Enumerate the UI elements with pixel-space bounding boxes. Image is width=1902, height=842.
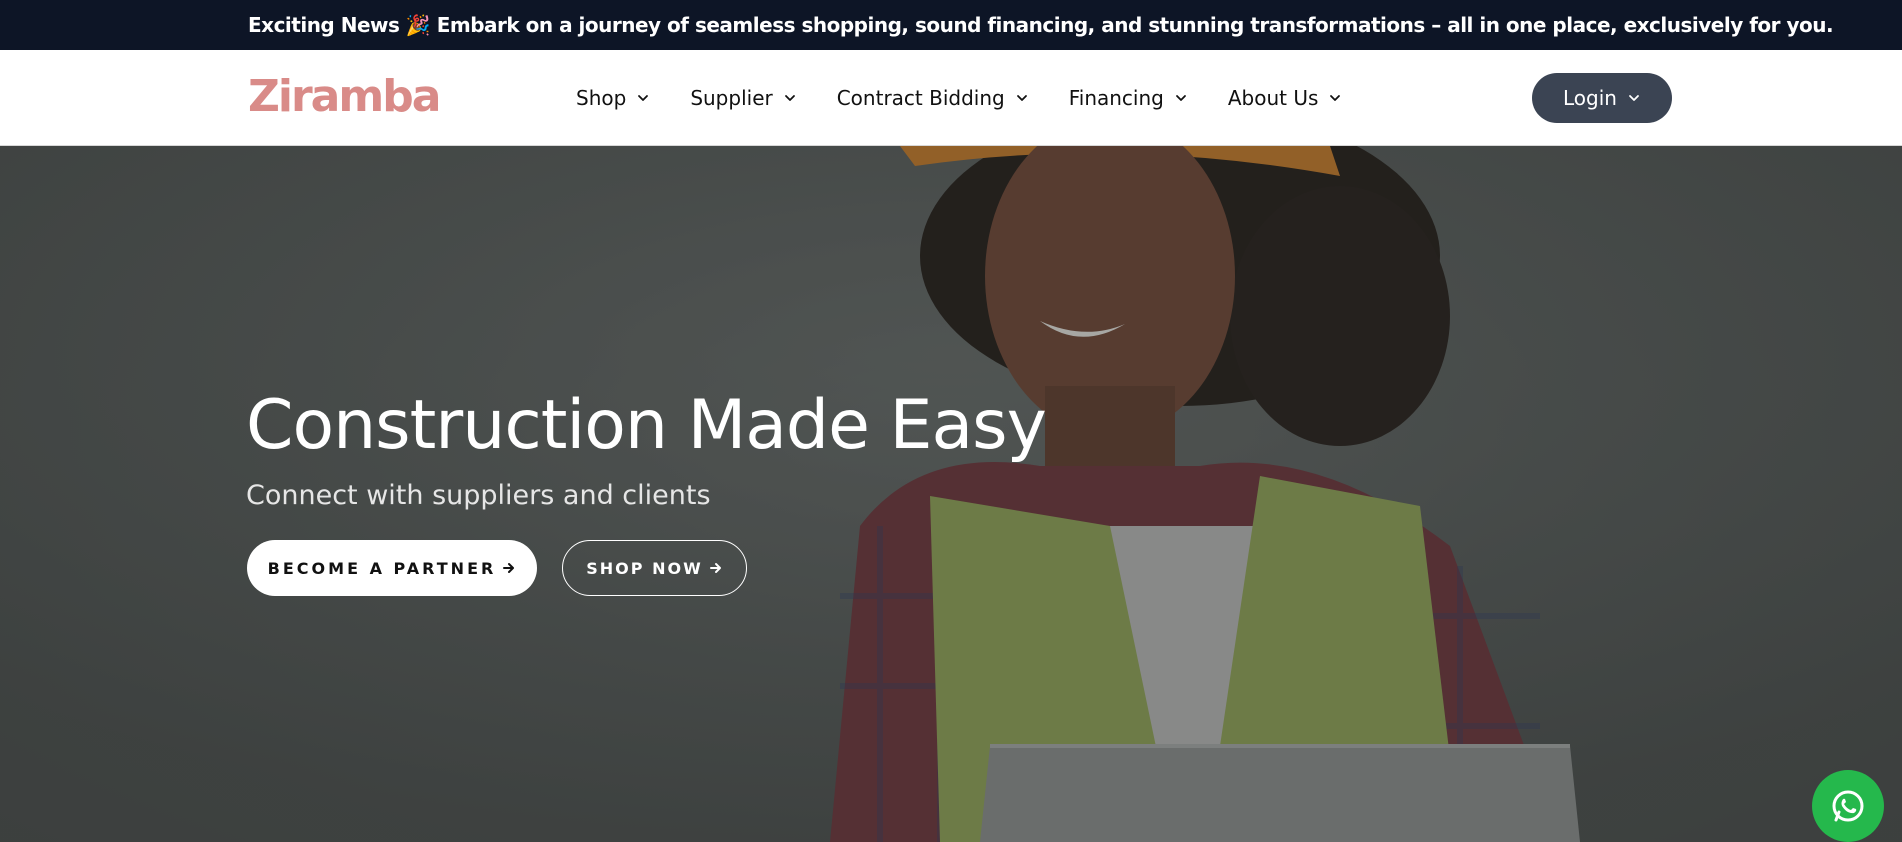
login-button[interactable]: Login — [1532, 73, 1672, 123]
nav-item-label: About Us — [1227, 86, 1319, 110]
become-partner-button[interactable]: BECOME A PARTNER — [247, 540, 537, 596]
chevron-down-icon — [784, 95, 795, 101]
navbar: Ziramba Shop Supplier Contract Bidding F… — [0, 50, 1902, 146]
announcement-text: Exciting News 🎉 Embark on a journey of s… — [248, 13, 1834, 37]
nav-item-contract-bidding[interactable]: Contract Bidding — [837, 86, 1029, 110]
chevron-down-icon — [638, 95, 649, 101]
chevron-down-icon — [1016, 95, 1027, 101]
whatsapp-icon — [1832, 790, 1864, 822]
nav-item-financing[interactable]: Financing — [1069, 86, 1188, 110]
arrow-right-icon — [709, 563, 721, 573]
nav-item-label: Contract Bidding — [836, 86, 1005, 110]
chevron-down-icon — [1175, 95, 1186, 101]
announcement-bar: Exciting News 🎉 Embark on a journey of s… — [0, 0, 1902, 50]
arrow-right-icon — [503, 563, 515, 573]
become-partner-label: BECOME A PARTNER — [267, 558, 497, 578]
nav-item-supplier[interactable]: Supplier — [690, 86, 796, 110]
nav-item-label: Financing — [1068, 86, 1164, 110]
nav-item-about-us[interactable]: About Us — [1228, 86, 1343, 110]
chevron-down-icon — [1330, 95, 1341, 101]
hero-subtitle: Connect with suppliers and clients — [246, 480, 711, 511]
nav-item-shop[interactable]: Shop — [576, 86, 650, 110]
shop-now-label: SHOP NOW — [586, 558, 703, 578]
hero-section: Construction Made Easy Connect with supp… — [0, 146, 1902, 842]
shop-now-button[interactable]: SHOP NOW — [562, 540, 747, 596]
nav-menu: Shop Supplier Contract Bidding Financing… — [576, 50, 1382, 146]
nav-item-label: Supplier — [690, 86, 773, 110]
whatsapp-chat-button[interactable] — [1812, 770, 1884, 842]
login-label: Login — [1563, 86, 1617, 110]
logo[interactable]: Ziramba — [248, 72, 441, 122]
hero-title: Construction Made Easy — [246, 386, 1047, 465]
nav-item-label: Shop — [576, 86, 627, 110]
chevron-down-icon — [1629, 95, 1639, 101]
